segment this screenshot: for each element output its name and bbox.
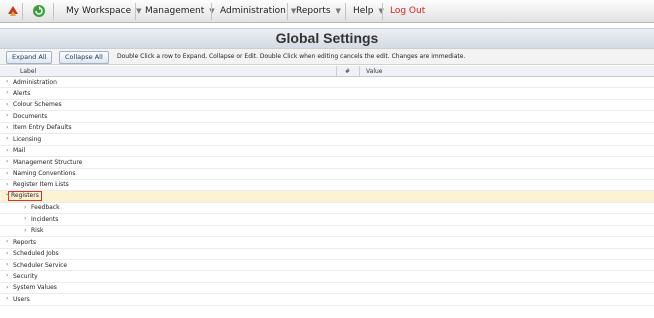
tree-row[interactable]: › Feedback — [0, 203, 654, 215]
tree-row[interactable]: › Risk — [0, 226, 654, 238]
row-label: Incidents — [31, 215, 59, 223]
row-label: Registers — [8, 191, 42, 202]
tree-row[interactable]: › Colour Schemes — [0, 100, 654, 112]
toolbar-hint: Double Click a row to Expand, Collapse o… — [117, 53, 466, 60]
column-hash-header[interactable]: # — [345, 68, 350, 75]
tree-row[interactable]: › Register Item Lists — [0, 180, 654, 192]
tree-row[interactable]: › Scheduler Service — [0, 260, 654, 272]
expand-arrow-icon[interactable]: › — [6, 124, 8, 131]
row-label: Management Structure — [13, 158, 83, 166]
expand-arrow-icon[interactable]: › — [6, 101, 8, 108]
logout-link[interactable]: Log Out — [390, 0, 425, 23]
menu-my-workspace[interactable]: My Workspace ▼ — [66, 0, 142, 23]
toolbar: Expand All Collapse All Double Click a r… — [0, 49, 654, 65]
expand-arrow-icon[interactable]: › — [6, 78, 8, 85]
menu-management[interactable]: Management▼ — [145, 0, 215, 23]
tree-row[interactable]: › Naming Conventions — [0, 169, 654, 180]
tree-row[interactable]: › Management Structure — [0, 157, 654, 169]
row-label: Administration — [13, 78, 57, 86]
row-label: Feedback — [31, 204, 60, 212]
tree-row[interactable]: › Alerts — [0, 88, 654, 100]
row-label: Scheduled Jobs — [13, 250, 59, 258]
tree-row[interactable]: › Documents — [0, 111, 654, 123]
tree-row[interactable]: › Administration — [0, 77, 654, 89]
settings-tree: › Administration › Alerts › Colour Schemes … — [0, 77, 654, 306]
tree-row[interactable]: › Item Entry Defaults — [0, 123, 654, 135]
tree-row[interactable]: › Mail — [0, 146, 654, 158]
expand-arrow-icon[interactable]: › — [6, 135, 8, 142]
refresh-icon[interactable] — [32, 4, 46, 18]
row-label: Register Item Lists — [13, 181, 69, 189]
expand-arrow-icon[interactable]: › — [6, 250, 8, 257]
expand-arrow-icon[interactable]: › — [6, 272, 8, 279]
page-title: Global Settings — [0, 28, 654, 49]
expand-arrow-icon[interactable]: › — [24, 204, 26, 211]
row-label: Users — [13, 295, 30, 303]
row-label: Scheduler Service — [13, 261, 68, 269]
row-label: System Values — [13, 284, 57, 292]
tree-row[interactable]: › Security — [0, 271, 654, 283]
expand-all-button[interactable]: Expand All — [6, 51, 53, 64]
column-label-header[interactable]: Label — [20, 68, 36, 75]
expand-arrow-icon[interactable]: › — [6, 261, 8, 268]
expand-arrow-icon[interactable]: › — [6, 181, 8, 188]
row-label: Reports — [13, 238, 37, 246]
row-label: Mail — [13, 147, 26, 155]
tree-row[interactable]: › Licensing — [0, 134, 654, 146]
row-label: Licensing — [13, 135, 42, 143]
row-label: Naming Conventions — [13, 170, 76, 177]
menu-administration[interactable]: Administration ▼ — [220, 0, 296, 23]
collapse-all-button[interactable]: Collapse All — [59, 51, 109, 64]
tree-row-selected[interactable]: ⌄ Registers — [0, 190, 654, 203]
grid-header: Label # Value — [0, 66, 654, 77]
menu-reports[interactable]: Reports ▼ — [296, 0, 341, 23]
row-label: Item Entry Defaults — [13, 124, 72, 132]
expand-arrow-icon[interactable]: › — [6, 89, 8, 96]
expand-arrow-icon[interactable]: › — [24, 227, 26, 234]
column-value-header[interactable]: Value — [366, 68, 382, 75]
expand-arrow-icon[interactable]: › — [6, 158, 8, 165]
expand-arrow-icon[interactable]: › — [6, 295, 8, 302]
row-label: Documents — [13, 112, 48, 120]
tree-row[interactable]: › Incidents — [0, 214, 654, 226]
tree-row[interactable]: › System Values — [0, 283, 654, 295]
tree-row[interactable]: › Scheduled Jobs — [0, 249, 654, 260]
row-label: Colour Schemes — [13, 101, 62, 109]
expand-arrow-icon[interactable]: › — [6, 284, 8, 291]
tree-row[interactable]: › Users — [0, 294, 654, 306]
row-label: Risk — [31, 227, 44, 235]
row-label: Security — [13, 272, 38, 280]
app-logo-icon[interactable] — [6, 4, 20, 18]
menu-help[interactable]: Help▼ — [353, 0, 384, 23]
expand-arrow-icon[interactable]: › — [6, 147, 8, 154]
expand-arrow-icon[interactable]: › — [6, 112, 8, 119]
row-label: Alerts — [13, 89, 31, 97]
tree-row[interactable]: › Reports — [0, 237, 654, 249]
expand-arrow-icon[interactable]: › — [6, 238, 8, 245]
expand-arrow-icon[interactable]: › — [24, 215, 26, 222]
expand-arrow-icon[interactable]: › — [6, 170, 8, 177]
top-menu-bar: My Workspace▼ Management▼ Administration… — [0, 0, 654, 23]
